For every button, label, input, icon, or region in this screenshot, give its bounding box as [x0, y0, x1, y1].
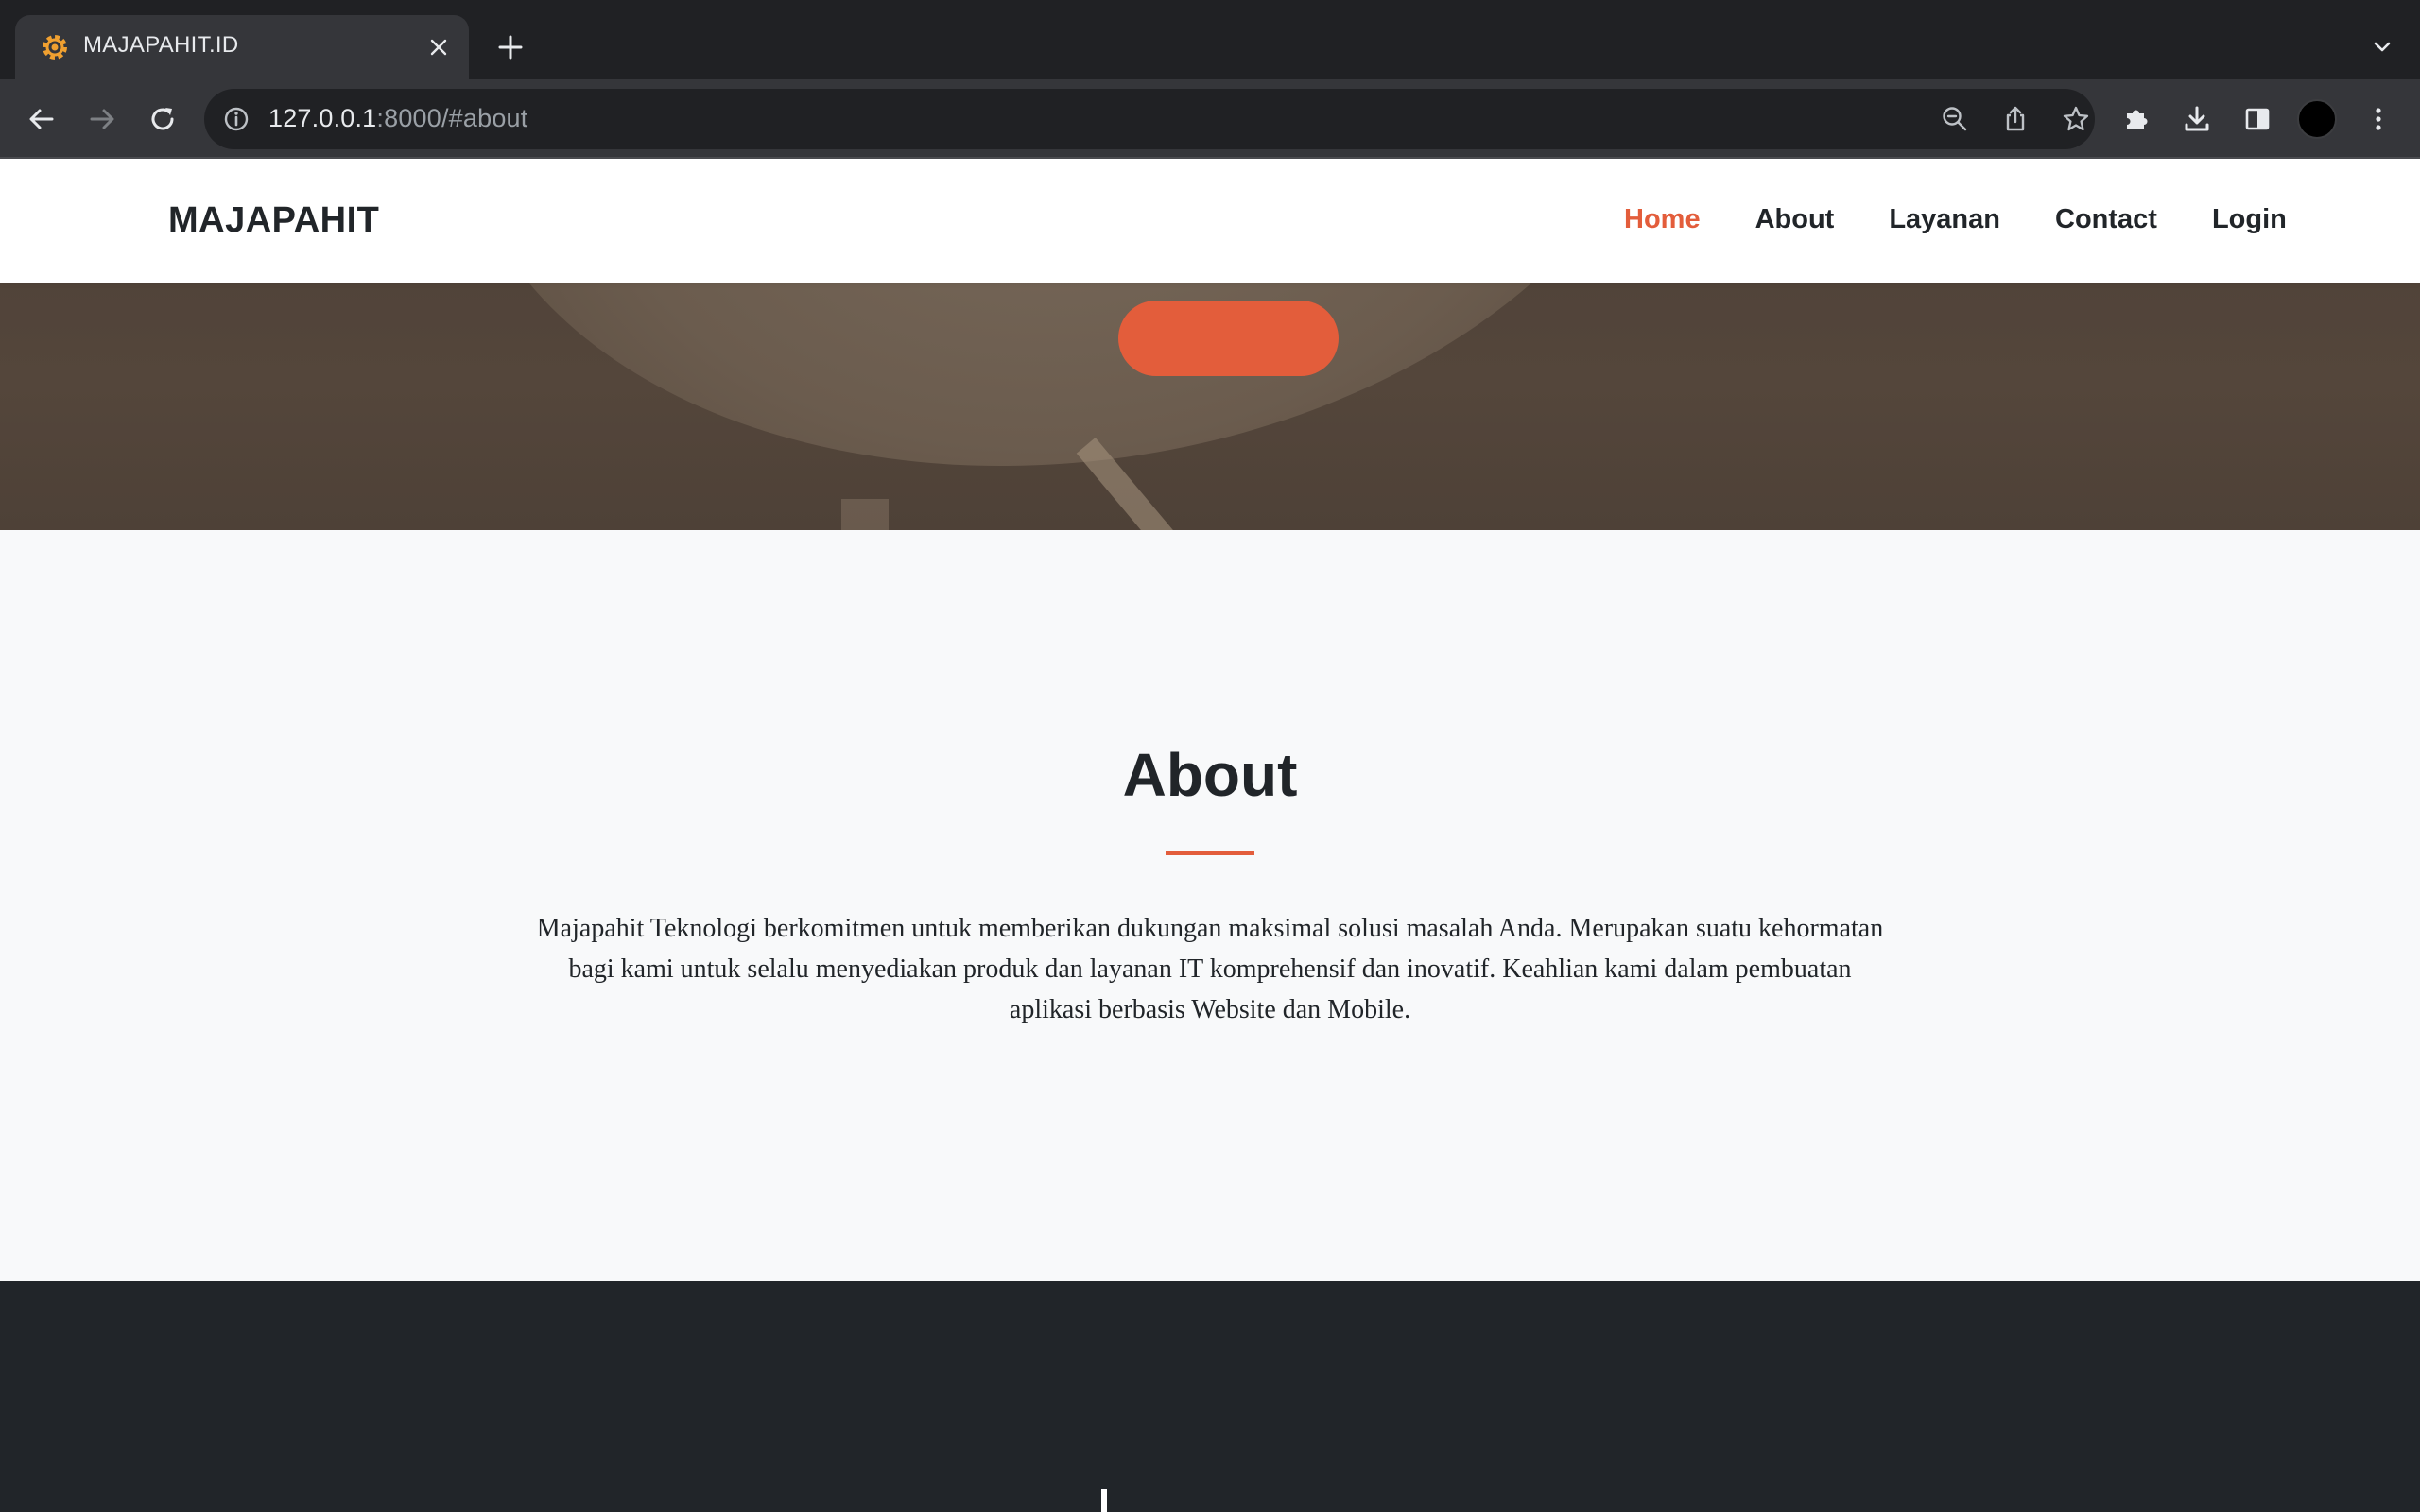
nav-link-layanan[interactable]: Layanan — [1889, 204, 2000, 235]
bookmark-star-icon[interactable] — [2059, 102, 2093, 136]
address-bar[interactable]: 127.0.0.1:8000/#about — [204, 89, 2095, 149]
nav-link-login[interactable]: Login — [2212, 204, 2287, 235]
about-description: Majapahit Teknologi berkomitmen untuk me… — [536, 914, 1884, 1024]
tab-strip: MAJAPAHIT.ID — [0, 0, 2420, 79]
nav-link-home[interactable]: Home — [1624, 204, 1701, 235]
about-section: About Majapahit Teknologi berkomitmen un… — [0, 530, 2420, 1281]
zoom-out-icon[interactable] — [1938, 102, 1972, 136]
side-panel-icon[interactable] — [2237, 98, 2278, 140]
download-icon[interactable] — [2176, 98, 2218, 140]
dark-section — [0, 1281, 2420, 1512]
info-icon[interactable] — [221, 104, 251, 134]
profile-avatar[interactable] — [2297, 99, 2337, 139]
browser-toolbar: 127.0.0.1:8000/#about — [0, 79, 2420, 159]
share-icon[interactable] — [1998, 102, 2032, 136]
url-path: :8000/#about — [376, 104, 528, 132]
about-heading: About — [1122, 741, 1298, 809]
back-arrow-icon[interactable] — [21, 98, 62, 140]
nav-menu: Home About Layanan Contact Login — [1624, 204, 2287, 235]
hero-decoration — [841, 499, 889, 530]
hero-cta-button[interactable] — [1118, 301, 1339, 376]
section-heading-fragment — [1101, 1489, 1107, 1512]
tab-title: MAJAPAHIT.ID — [83, 32, 239, 58]
close-tab-icon[interactable] — [422, 30, 456, 64]
site-navbar: MAJAPAHIT Home About Layanan Contact Log… — [0, 159, 2420, 283]
nav-link-contact[interactable]: Contact — [2055, 204, 2157, 235]
browser-tab[interactable]: MAJAPAHIT.ID — [15, 15, 469, 79]
url-host: 127.0.0.1 — [268, 104, 377, 132]
site-brand-logo[interactable]: MAJAPAHIT — [168, 200, 379, 241]
reload-icon[interactable] — [142, 98, 183, 140]
gear-icon — [38, 30, 72, 64]
nav-link-about[interactable]: About — [1755, 204, 1835, 235]
more-menu-icon[interactable] — [2358, 98, 2399, 140]
forward-arrow-icon[interactable] — [81, 98, 123, 140]
heading-divider — [1166, 850, 1254, 855]
new-tab-icon[interactable] — [492, 28, 529, 66]
chevron-down-icon[interactable] — [2363, 28, 2401, 66]
extensions-puzzle-icon[interactable] — [2116, 98, 2157, 140]
url-text[interactable]: 127.0.0.1:8000/#about — [268, 104, 527, 133]
page-viewport: MAJAPAHIT Home About Layanan Contact Log… — [0, 159, 2420, 1512]
